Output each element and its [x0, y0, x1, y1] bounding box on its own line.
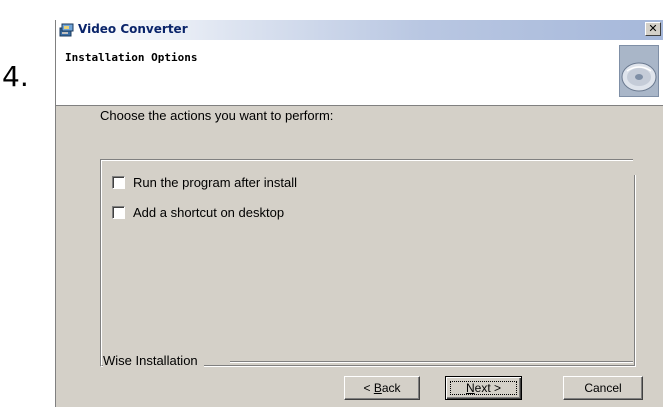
- close-icon: ✕: [648, 22, 658, 35]
- brand-label: Wise Installation: [103, 353, 204, 368]
- window-title: Video Converter: [78, 22, 188, 36]
- title-bar[interactable]: Video Converter ✕: [56, 20, 663, 40]
- focus-rect: [450, 381, 517, 395]
- wizard-header: Installation Options: [56, 40, 663, 106]
- checkbox-run-program[interactable]: [112, 176, 125, 189]
- close-button[interactable]: ✕: [645, 22, 661, 36]
- cancel-button[interactable]: Cancel: [563, 376, 643, 400]
- page-title: Installation Options: [65, 51, 198, 64]
- installer-app-icon: [59, 23, 74, 37]
- instruction-text: Choose the actions you want to perform:: [100, 108, 334, 123]
- cd-disc-icon: [619, 45, 659, 97]
- step-number: 4.: [2, 60, 29, 93]
- back-button-prefix: <: [363, 381, 374, 395]
- option-run-program[interactable]: Run the program after install: [112, 175, 297, 190]
- options-group: [100, 159, 636, 367]
- back-button-label: ack: [381, 381, 401, 395]
- next-button[interactable]: Next >: [445, 376, 522, 400]
- option-add-shortcut[interactable]: Add a shortcut on desktop: [112, 205, 284, 220]
- back-button-accel: B: [373, 381, 382, 395]
- checkbox-add-shortcut[interactable]: [112, 206, 125, 219]
- option-run-program-label: Run the program after install: [133, 175, 298, 190]
- option-add-shortcut-label: Add a shortcut on desktop: [133, 205, 285, 220]
- brand-divider: [230, 361, 633, 363]
- back-button[interactable]: < Back: [344, 376, 420, 400]
